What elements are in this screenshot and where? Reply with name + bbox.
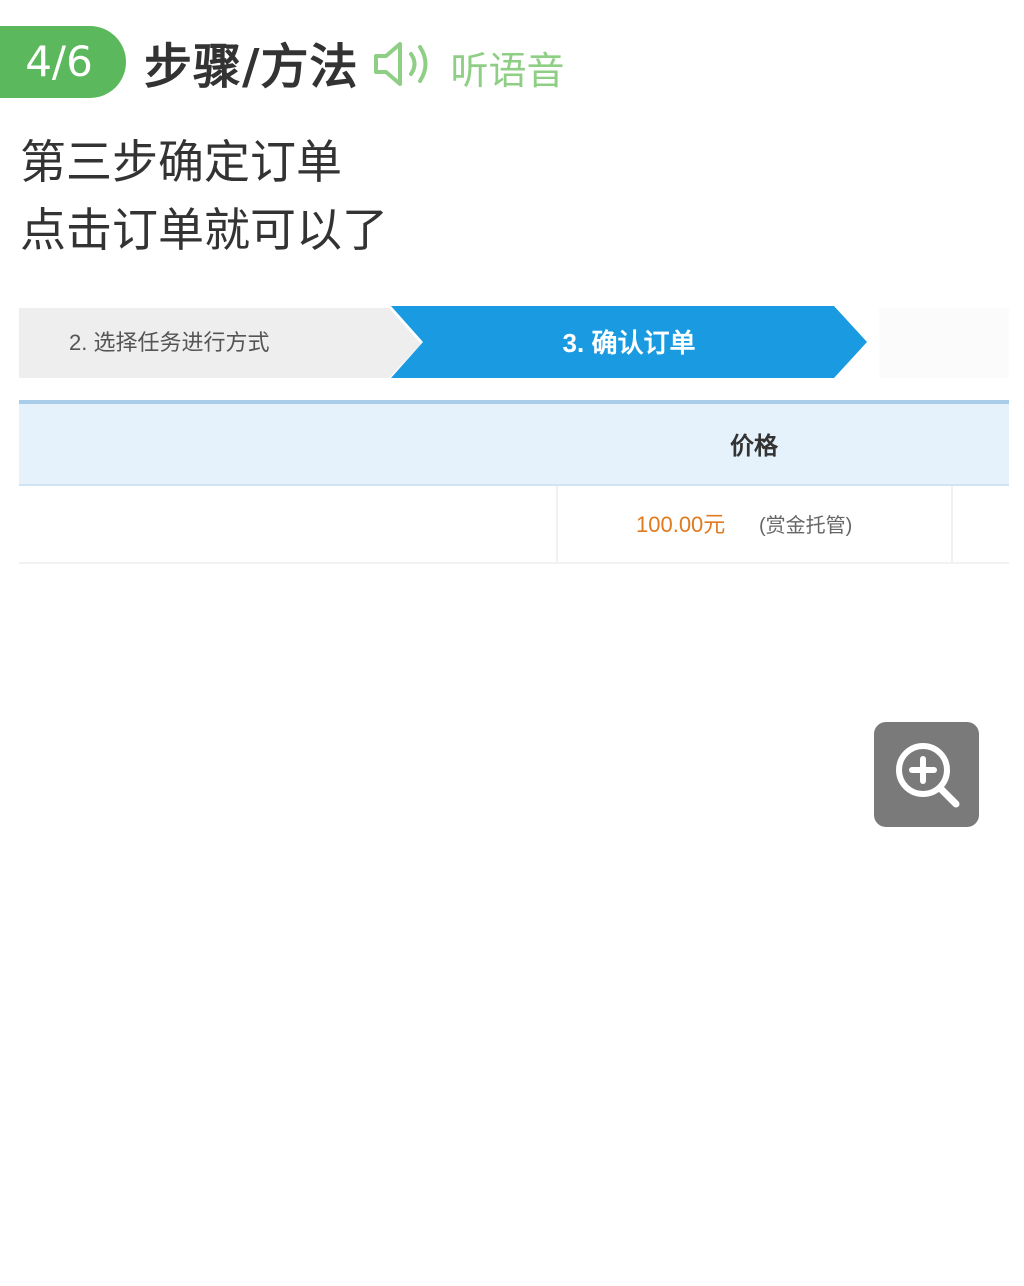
listen-label: 听语音 [450, 48, 565, 93]
step-instructions: 第三步确定订单 点击订单就可以了 [20, 128, 388, 264]
instruction-line-1: 第三步确定订单 [20, 135, 342, 189]
price-note: (赏金托管) [759, 514, 852, 537]
section-title: 步骤/方法 [144, 39, 359, 95]
zoom-in-icon [896, 743, 960, 808]
step-counter-badge: 4/6 [0, 26, 126, 98]
zoom-in-button[interactable] [874, 722, 979, 827]
order-screenshot-image: 2. 选择任务进行方式 3. 确认订单 价格 100.00元 (赏金托管) [19, 306, 1009, 564]
step-header: 4/6 步骤/方法 听语音 [0, 26, 565, 98]
active-step-tab-label: 3. 确认订单 [563, 328, 696, 358]
listen-audio-button[interactable]: 听语音 [373, 26, 565, 98]
price-value: 100.00元 [636, 512, 725, 537]
prev-step-tab-label: 2. 选择任务进行方式 [69, 330, 269, 355]
step-screenshot[interactable]: 2. 选择任务进行方式 3. 确认订单 价格 100.00元 (赏金托管) [19, 300, 1009, 580]
table-header-price: 价格 [730, 433, 779, 460]
instruction-line-2: 点击订单就可以了 [20, 203, 388, 257]
page: 4/6 步骤/方法 听语音 第三步确定订单 点击订单就可以了 2. 选择任务进行… [0, 0, 1024, 1286]
speaker-icon [373, 42, 428, 86]
